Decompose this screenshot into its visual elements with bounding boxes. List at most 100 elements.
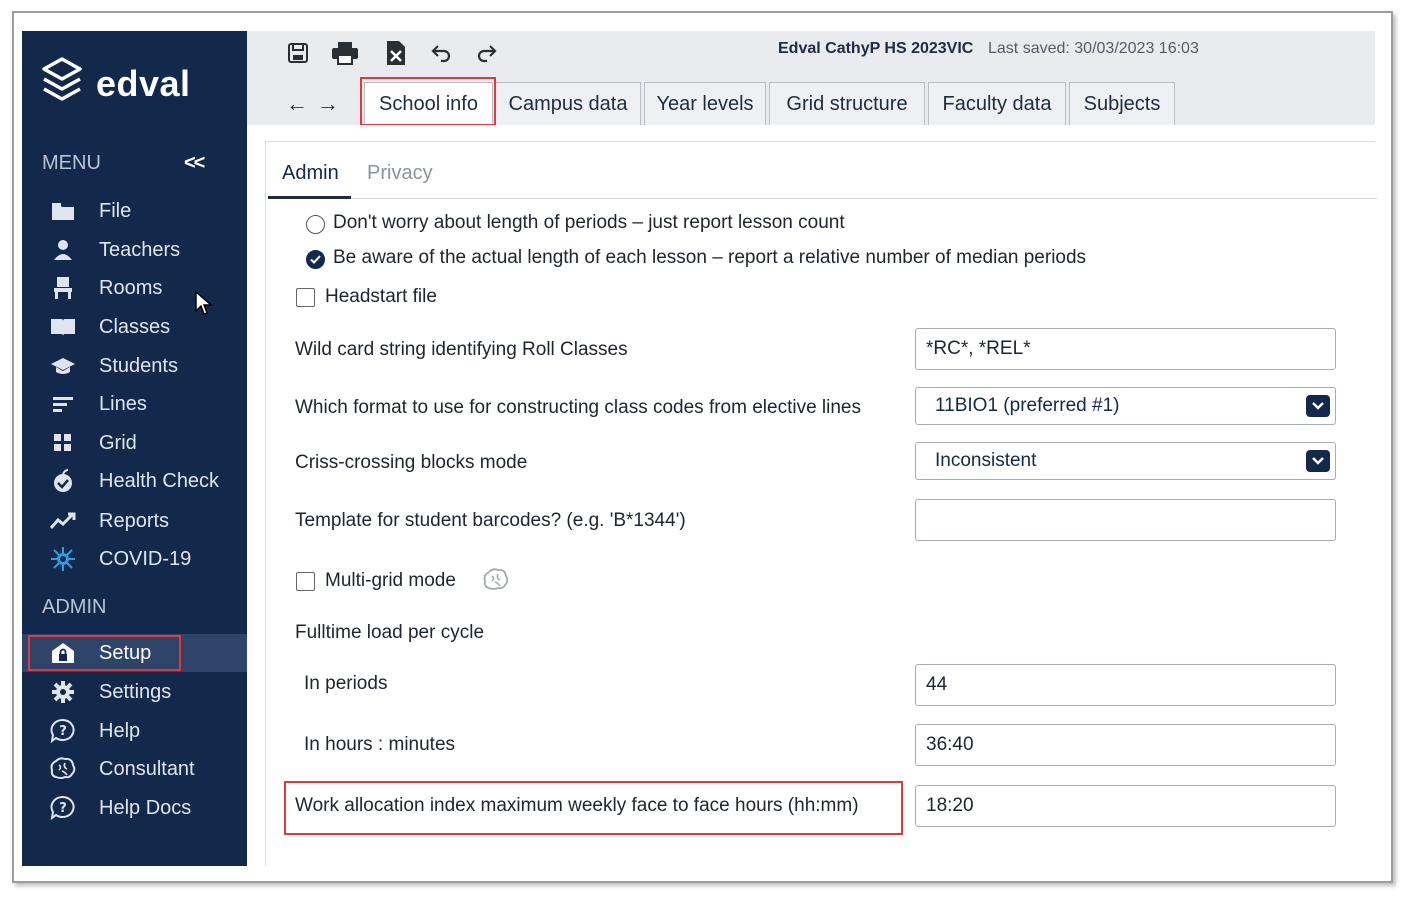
save-button[interactable]	[284, 39, 312, 67]
chevron-down-icon	[1306, 450, 1330, 472]
sidebar-item-label: Grid	[99, 431, 137, 454]
person-icon	[50, 237, 76, 263]
radio-period-length[interactable]	[306, 250, 325, 269]
barcode-input[interactable]	[915, 499, 1336, 541]
sidebar-item-classes[interactable]: Classes	[22, 308, 247, 346]
grid-icon	[50, 430, 76, 456]
hours-label: In hours : minutes	[304, 734, 456, 755]
sidebar-item-consultant[interactable]: Consultant	[22, 750, 247, 788]
setup-highlight-box	[28, 635, 181, 671]
help-bubble-icon: ?	[50, 718, 76, 744]
sidebar-item-lines[interactable]: Lines	[22, 385, 247, 423]
forward-button[interactable]: →	[317, 91, 339, 117]
brain-icon	[50, 756, 76, 782]
headstart-checkbox[interactable]	[296, 288, 315, 307]
criss-cross-select[interactable]: Inconsistent	[915, 442, 1336, 480]
roll-classes-input[interactable]: *RC*, *REL*	[915, 328, 1336, 370]
last-saved-status: Last saved: 30/03/2023 16:03	[988, 40, 1199, 57]
sidebar-item-health-check[interactable]: Health Check	[22, 462, 247, 500]
sidebar-item-help-docs[interactable]: ? Help Docs	[22, 789, 247, 827]
headstart-label: Headstart file	[325, 286, 437, 307]
criss-cross-selected-value: Inconsistent	[935, 450, 1037, 471]
tab-year-levels[interactable]: Year levels	[644, 82, 766, 125]
sidebar-item-students[interactable]: Students	[22, 347, 247, 385]
undo-button[interactable]	[427, 39, 455, 67]
class-codes-select[interactable]: 11BIO1 (preferred #1)	[915, 387, 1336, 425]
chair-icon	[50, 275, 76, 301]
main-content: Admin Privacy Don't worry about length o…	[247, 125, 1378, 866]
help-bubble-icon: ?	[50, 795, 76, 821]
book-icon	[50, 314, 76, 340]
sidebar-item-label: Rooms	[99, 276, 163, 299]
barcode-label: Template for student barcodes? (e.g. 'B*…	[295, 510, 686, 531]
back-button[interactable]: ←	[286, 91, 308, 117]
tab-faculty-data[interactable]: Faculty data	[928, 82, 1066, 125]
tab-campus-data[interactable]: Campus data	[495, 82, 641, 125]
subtab-active-indicator	[268, 196, 351, 199]
wai-highlight-box	[284, 781, 903, 835]
periods-label: In periods	[304, 673, 388, 694]
subtab-privacy[interactable]: Privacy	[367, 162, 433, 185]
redo-button[interactable]	[473, 39, 501, 67]
sidebar-item-label: Help Docs	[99, 796, 192, 819]
class-codes-label: Which format to use for constructing cla…	[295, 397, 862, 418]
periods-input[interactable]: 44	[915, 664, 1336, 706]
chart-line-icon	[50, 508, 76, 534]
admin-section-title: ADMIN	[42, 596, 107, 618]
sidebar-item-help[interactable]: ? Help	[22, 712, 247, 750]
svg-text:?: ?	[59, 801, 67, 816]
redo-icon	[477, 45, 497, 63]
tab-subjects[interactable]: Subjects	[1069, 82, 1175, 125]
sidebar-item-rooms[interactable]: Rooms	[22, 269, 247, 307]
sidebar-item-label: File	[99, 199, 132, 222]
criss-cross-label: Criss-crossing blocks mode	[295, 452, 528, 473]
sidebar-item-label: Students	[99, 354, 178, 377]
sidebar-item-teachers[interactable]: Teachers	[22, 231, 247, 269]
sidebar-item-settings[interactable]: Settings	[22, 673, 247, 711]
multigrid-checkbox[interactable]	[296, 572, 315, 591]
edval-logo[interactable]: edval	[40, 53, 191, 115]
sidebar-item-label: COVID-19	[99, 547, 192, 570]
svg-text:?: ?	[59, 724, 67, 739]
sidebar-item-label: Help	[99, 719, 141, 742]
undo-icon	[431, 45, 451, 63]
sidebar: edval MENU << File Teachers Rooms Classe…	[22, 31, 247, 866]
app-window: edval MENU << File Teachers Rooms Classe…	[22, 31, 1378, 866]
sidebar-item-covid-19[interactable]: COVID-19	[22, 540, 247, 578]
check-icon	[310, 255, 321, 264]
sidebar-item-label: Teachers	[99, 238, 181, 261]
school-info-highlight-box	[360, 77, 496, 126]
sidebar-item-label: Classes	[99, 315, 171, 338]
subtab-admin[interactable]: Admin	[282, 162, 339, 185]
sidebar-item-label: Reports	[99, 509, 170, 532]
apple-icon	[50, 468, 76, 494]
collapse-sidebar-button[interactable]: <<	[184, 152, 205, 175]
sidebar-item-grid[interactable]: Grid	[22, 424, 247, 462]
subtab-divider	[268, 198, 1378, 199]
fulltime-label: Fulltime load per cycle	[295, 622, 485, 643]
virus-icon	[50, 546, 76, 572]
radio-period-length-label: Be aware of the actual length of each le…	[333, 247, 1087, 268]
printer-icon	[332, 42, 358, 65]
wai-input[interactable]: 18:20	[915, 785, 1336, 827]
class-codes-selected-value: 11BIO1 (preferred #1)	[935, 395, 1120, 416]
brain-icon[interactable]	[482, 568, 510, 597]
layers-logo-icon	[42, 57, 82, 101]
roll-classes-label: Wild card string identifying Roll Classe…	[295, 339, 628, 360]
print-button[interactable]	[331, 39, 359, 67]
export-excel-button[interactable]	[382, 39, 410, 67]
radio-period-count[interactable]	[306, 215, 325, 234]
sidebar-item-reports[interactable]: Reports	[22, 502, 247, 540]
save-icon	[288, 43, 308, 63]
excel-file-icon	[387, 41, 405, 65]
sidebar-item-label: Health Check	[99, 469, 220, 492]
tab-grid-structure[interactable]: Grid structure	[769, 82, 925, 125]
sidebar-item-file[interactable]: File	[22, 192, 247, 230]
chevron-down-icon	[1306, 395, 1330, 417]
hours-input[interactable]: 36:40	[915, 724, 1336, 766]
gear-icon	[50, 679, 76, 705]
multigrid-label: Multi-grid mode	[325, 570, 456, 591]
mouse-cursor-icon	[195, 291, 213, 315]
menu-section-title: MENU	[42, 152, 101, 174]
sidebar-item-label: Consultant	[99, 757, 195, 780]
